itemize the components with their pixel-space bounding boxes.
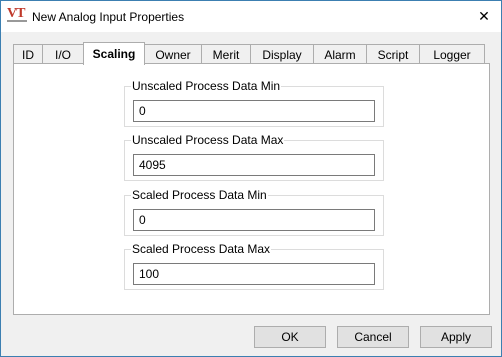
unscaled-max-input[interactable] bbox=[133, 154, 375, 176]
scaling-panel: Unscaled Process Data Min Unscaled Proce… bbox=[13, 63, 490, 315]
scaled-min-input[interactable] bbox=[133, 209, 375, 231]
unscaled-min-group: Unscaled Process Data Min bbox=[124, 79, 384, 127]
tab-alarm[interactable]: Alarm bbox=[313, 44, 367, 64]
tab-logger[interactable]: Logger bbox=[419, 44, 485, 64]
scaled-min-label: Scaled Process Data Min bbox=[131, 188, 268, 202]
tab-scaling[interactable]: Scaling bbox=[83, 42, 145, 65]
unscaled-max-label: Unscaled Process Data Max bbox=[131, 133, 285, 147]
tab-script[interactable]: Script bbox=[366, 44, 420, 64]
cancel-button[interactable]: Cancel bbox=[337, 326, 409, 348]
unscaled-max-group: Unscaled Process Data Max bbox=[124, 133, 384, 181]
tab-strip: ID I/O Scaling Owner Merit Display Alarm… bbox=[13, 42, 485, 65]
window-title: New Analog Input Properties bbox=[32, 10, 185, 24]
unscaled-min-label: Unscaled Process Data Min bbox=[131, 79, 282, 93]
scaled-max-group: Scaled Process Data Max bbox=[124, 242, 384, 290]
apply-button[interactable]: Apply bbox=[420, 326, 492, 348]
tab-merit[interactable]: Merit bbox=[201, 44, 251, 64]
unscaled-min-input[interactable] bbox=[133, 100, 375, 122]
scaled-max-input[interactable] bbox=[133, 263, 375, 285]
app-logo-icon: VT bbox=[7, 6, 27, 25]
tab-owner[interactable]: Owner bbox=[144, 44, 202, 64]
tab-id[interactable]: ID bbox=[13, 44, 43, 64]
scaled-max-label: Scaled Process Data Max bbox=[131, 242, 272, 256]
title-bar: VT New Analog Input Properties ✕ bbox=[1, 1, 501, 32]
tab-io[interactable]: I/O bbox=[42, 44, 84, 64]
properties-dialog: VT New Analog Input Properties ✕ ID I/O … bbox=[0, 0, 502, 357]
close-button[interactable]: ✕ bbox=[475, 7, 493, 25]
scaled-min-group: Scaled Process Data Min bbox=[124, 188, 384, 236]
tab-display[interactable]: Display bbox=[250, 44, 314, 64]
ok-button[interactable]: OK bbox=[254, 326, 326, 348]
